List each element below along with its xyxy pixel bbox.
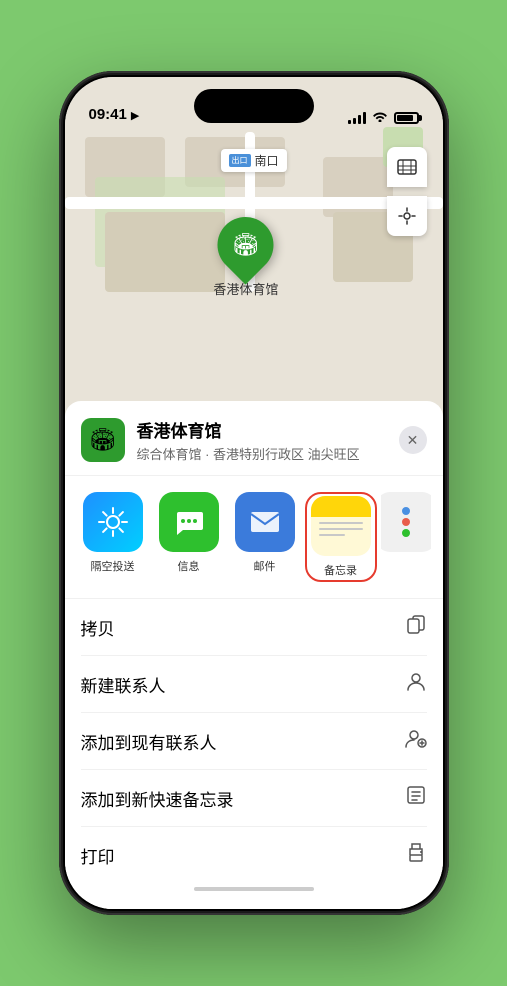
quick-note-icon [405,784,427,812]
battery-icon [394,112,419,124]
location-button[interactable] [387,196,427,236]
new-contact-icon [405,670,427,698]
share-messages-button[interactable]: 信息 [153,492,225,582]
status-time: 09:41 [89,106,127,125]
action-list: 拷贝 新建联系人 [65,599,443,883]
action-print[interactable]: 打印 [81,827,427,883]
venue-icon: 🏟 [81,418,125,462]
share-notes-button[interactable]: 备忘录 [305,492,377,582]
status-icons [348,110,419,125]
action-add-contact[interactable]: 添加到现有联系人 [81,713,427,770]
signal-bars-icon [348,112,366,124]
venue-desc: 综合体育馆 · 香港特别行政区 油尖旺区 [137,444,399,463]
add-contact-label: 添加到现有联系人 [81,729,217,754]
quick-note-label: 添加到新快速备忘录 [81,786,234,811]
action-quick-note[interactable]: 添加到新快速备忘录 [81,770,427,827]
action-copy[interactable]: 拷贝 [81,599,427,656]
copy-icon [405,613,427,641]
share-mail-button[interactable]: 邮件 [229,492,301,582]
location-label: 出口 南口 [220,149,286,172]
venue-info: 香港体育馆 综合体育馆 · 香港特别行政区 油尖旺区 [137,417,399,463]
mail-icon-box [235,492,295,552]
messages-icon-box [159,492,219,552]
notes-icon-box [311,496,371,556]
messages-label: 信息 [178,558,200,574]
wifi-icon [372,110,388,125]
phone-screen: 09:41 ▶ [65,77,443,909]
more-dots-icon [402,507,410,537]
close-icon: ✕ [407,432,419,449]
sheet-header: 🏟 香港体育馆 综合体育馆 · 香港特别行政区 油尖旺区 ✕ [65,401,443,476]
venue-name: 香港体育馆 [137,417,399,442]
print-label: 打印 [81,843,115,868]
share-airdrop-button[interactable]: 隔空投送 [77,492,149,582]
notes-label: 备忘录 [324,562,357,578]
airdrop-icon-box [83,492,143,552]
share-more-button[interactable] [381,492,431,582]
notes-line-1 [319,522,363,524]
airdrop-label: 隔空投送 [91,558,135,574]
venue-pin-icon: 🏟 [232,232,260,258]
close-button[interactable]: ✕ [399,426,427,454]
mail-label: 邮件 [254,558,276,574]
notes-icon-lines [311,517,371,541]
share-icons-row: 隔空投送 信息 [65,476,443,599]
home-indicator [65,883,443,889]
dynamic-island [194,89,314,123]
new-contact-label: 新建联系人 [81,672,166,697]
location-arrow-icon: ▶ [131,109,139,122]
exit-badge: 出口 [228,154,250,167]
add-contact-icon [405,727,427,755]
action-new-contact[interactable]: 新建联系人 [81,656,427,713]
notes-line-2 [319,528,363,530]
map-type-button[interactable] [387,147,427,187]
venue-emoji-icon: 🏟 [89,427,117,453]
home-bar [194,887,314,891]
notes-icon-top [311,496,371,517]
more-icon-box [381,492,431,552]
bottom-sheet: 🏟 香港体育馆 综合体育馆 · 香港特别行政区 油尖旺区 ✕ [65,401,443,909]
phone-frame: 09:41 ▶ [59,71,449,915]
copy-label: 拷贝 [81,615,115,640]
print-icon [405,841,427,869]
map-controls [387,147,427,236]
map-pin: 🏟 香港体育馆 [213,217,278,298]
notes-line-3 [319,534,345,536]
